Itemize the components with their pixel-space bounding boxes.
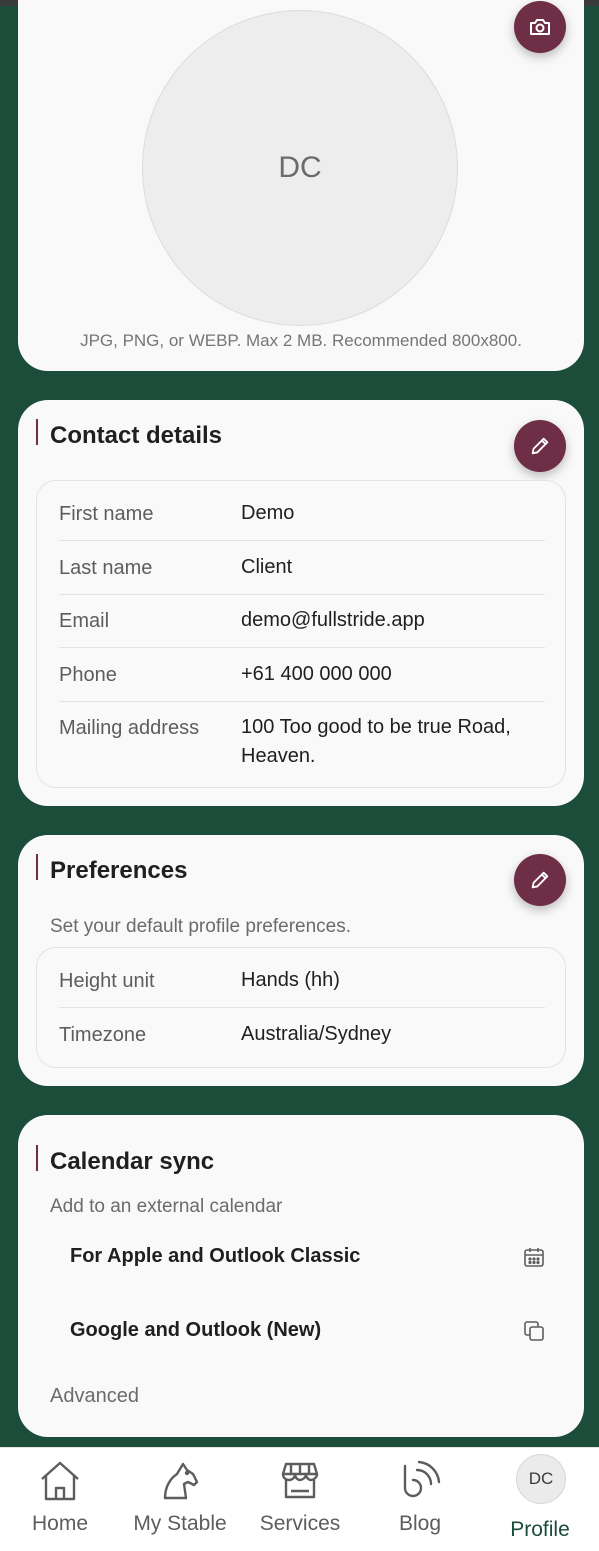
calendar-icon[interactable] [522, 1245, 546, 1269]
field-row: First name Demo [59, 502, 545, 541]
rss-icon [403, 1460, 441, 1498]
contact-title: Contact details [50, 422, 223, 449]
copy-icon[interactable] [522, 1319, 546, 1343]
nav-profile[interactable]: DC Profile [480, 1448, 599, 1551]
avatar-initials: DC [528, 1469, 554, 1488]
title-accent [36, 419, 38, 445]
nav-label: Services [259, 1512, 341, 1535]
field-label: Last name [59, 557, 153, 579]
avatar-initials: DC [278, 151, 322, 184]
pencil-icon [531, 437, 549, 455]
field-value: demo@fullstride.app [241, 609, 425, 631]
apple-outlook-calendar-link[interactable]: For Apple and Outlook Classic [70, 1245, 360, 1268]
field-value: Australia/Sydney [241, 1023, 392, 1045]
field-label: Phone [59, 664, 117, 686]
camera-icon [530, 19, 550, 35]
contact-fields: First name Demo Last name Client Email d… [36, 480, 566, 788]
field-label: Mailing address [59, 717, 200, 739]
preferences-fields: Height unit Hands (hh) Timezone Australi… [36, 947, 566, 1068]
title-accent [36, 1145, 38, 1171]
field-row: Phone +61 400 000 000 [59, 663, 545, 702]
calendar-subtitle: Add to an external calendar [50, 1196, 283, 1217]
pencil-icon [531, 871, 549, 889]
field-value: +61 400 000 000 [241, 663, 392, 685]
nav-label: Blog [398, 1512, 442, 1535]
storefront-icon [281, 1462, 319, 1499]
field-row: Last name Client [59, 556, 545, 595]
nav-services[interactable]: Services [240, 1448, 360, 1551]
field-label: Email [59, 610, 110, 632]
edit-contact-button[interactable] [514, 420, 566, 472]
contact-details-card: Contact details First name Demo Last nam… [18, 400, 584, 806]
horse-icon [163, 1462, 199, 1500]
home-icon [41, 1461, 79, 1501]
nav-label: Profile [510, 1518, 570, 1541]
edit-preferences-button[interactable] [514, 854, 566, 906]
nav-label: My Stable [133, 1512, 227, 1535]
avatar-card: DC JPG, PNG, or WEBP. Max 2 MB. Recommen… [18, 0, 584, 371]
calendar-title: Calendar sync [50, 1148, 215, 1175]
google-outlook-calendar-link[interactable]: Google and Outlook (New) [70, 1319, 321, 1342]
nav-blog[interactable]: Blog [360, 1448, 480, 1551]
upload-photo-button[interactable] [514, 1, 566, 53]
field-value: Client [241, 556, 293, 578]
field-row: Timezone Australia/Sydney [59, 1023, 545, 1062]
preferences-title: Preferences [50, 857, 188, 884]
field-row: Height unit Hands (hh) [59, 969, 545, 1008]
field-value: Hands (hh) [241, 969, 340, 991]
preferences-card: Preferences Set your default profile pre… [18, 835, 584, 1086]
field-row: Email demo@fullstride.app [59, 609, 545, 648]
field-value: 100 Too good to be true Road, Heaven. [241, 716, 511, 767]
nav-my-stable[interactable]: My Stable [120, 1448, 240, 1551]
preferences-subtitle: Set your default profile preferences. [50, 916, 352, 937]
field-label: Height unit [59, 970, 155, 992]
nav-home[interactable]: Home [0, 1448, 120, 1551]
title-accent [36, 854, 38, 880]
field-label: First name [59, 503, 154, 525]
nav-label: Home [31, 1512, 89, 1535]
advanced-toggle[interactable]: Advanced [50, 1385, 139, 1408]
calendar-sync-card: Calendar sync Add to an external calenda… [18, 1115, 584, 1437]
field-row: Mailing address 100 Too good to be true … [59, 716, 545, 777]
field-label: Timezone [59, 1024, 147, 1046]
field-value: Demo [241, 502, 295, 524]
avatar: DC [516, 1454, 566, 1504]
profile-avatar[interactable]: DC [142, 10, 458, 326]
bottom-nav: Home My Stable Services Blog DC Profile [0, 1447, 599, 1551]
avatar-hint: JPG, PNG, or WEBP. Max 2 MB. Recommended… [80, 331, 522, 350]
